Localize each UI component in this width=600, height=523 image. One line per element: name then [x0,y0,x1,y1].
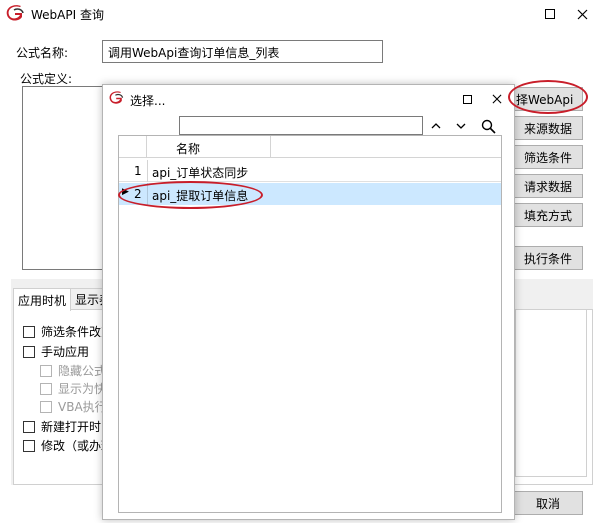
x-icon [492,94,502,104]
checkbox-box [40,400,52,413]
formula-name-label: 公式名称: [16,46,69,60]
checkbox-on-modify[interactable]: 修改（或办理 [23,437,113,454]
request-data-button[interactable]: 请求数据 [513,174,583,198]
checkbox-box [40,364,52,377]
row-index: 1 [134,164,142,178]
square-icon [462,94,472,104]
dialog-close-button[interactable] [483,88,511,110]
checkbox-on-new-open[interactable]: 新建打开时 [23,418,101,435]
grid-header: 名称 [119,136,501,158]
chevron-down-icon [456,123,466,129]
checkbox-box [23,420,35,433]
dialog-title-bar: 选择... [103,85,514,113]
window-title: WebAPI 查询 [31,8,104,22]
square-icon [545,9,555,19]
fill-mode-button[interactable]: 填充方式 [513,203,583,227]
cancel-button[interactable]: 取消 [513,491,583,515]
select-webapi-button[interactable]: 择WebApi [513,87,583,111]
close-button[interactable] [568,3,596,25]
checkbox-box [40,382,52,395]
formula-def-label: 公式定义: [20,72,73,86]
checkbox-box [23,345,35,358]
source-data-button[interactable]: 来源数据 [513,116,583,140]
app-logo-icon [109,91,124,104]
select-dialog: 选择... 名称 1 api_订单状态同步 ▶ 2 api_提取订单信息 [102,84,515,520]
formula-name-value: 调用WebApi查询订单信息_列表 [108,46,280,60]
filter-condition-button[interactable]: 筛选条件 [513,145,583,169]
column-header-name: 名称 [176,142,201,156]
row-name: api_订单状态同步 [152,166,249,180]
grid-row-header-cell [119,136,147,158]
checkbox-vba-exec: VBA执行 [40,398,107,415]
dialog-title: 选择... [130,94,166,108]
formula-def-editor[interactable] [22,86,106,270]
title-bar: WebAPI 查询 [0,0,600,28]
checkbox-hide-formula: 隐藏公式 [40,362,106,379]
checkbox-show-as-quick: 显示为快 [40,380,106,397]
row-name: api_提取订单信息 [152,189,249,203]
checkbox-manual-apply[interactable]: 手动应用 [23,343,89,360]
x-icon [577,9,587,19]
row-index: 2 [134,187,142,201]
dialog-search-input[interactable] [179,116,423,135]
table-row-selected[interactable]: ▶ 2 api_提取订单信息 [119,183,501,205]
table-row[interactable]: 1 api_订单状态同步 [119,160,501,182]
dialog-maximize-button[interactable] [453,88,481,110]
app-logo-icon [6,5,24,21]
search-next-button[interactable] [452,115,470,137]
right-panel-box [515,309,587,477]
tab-apply-timing[interactable]: 应用时机 [13,288,72,311]
search-prev-button[interactable] [427,115,445,137]
chevron-up-icon [431,123,441,129]
formula-name-field[interactable]: 调用WebApi查询订单信息_列表 [102,40,383,63]
row-divider [147,160,148,182]
row-pointer-icon: ▶ [122,187,129,197]
checkbox-box [23,325,35,338]
checkbox-filter-changed[interactable]: 筛选条件改变 [23,323,113,340]
maximize-button[interactable] [536,3,564,25]
search-button[interactable] [478,116,498,136]
result-grid: 名称 1 api_订单状态同步 ▶ 2 api_提取订单信息 [118,135,502,513]
checkbox-box [23,439,35,452]
search-icon [481,119,496,134]
row-divider [147,183,148,205]
exec-condition-button[interactable]: 执行条件 [513,246,583,270]
grid-header-divider [270,136,271,158]
